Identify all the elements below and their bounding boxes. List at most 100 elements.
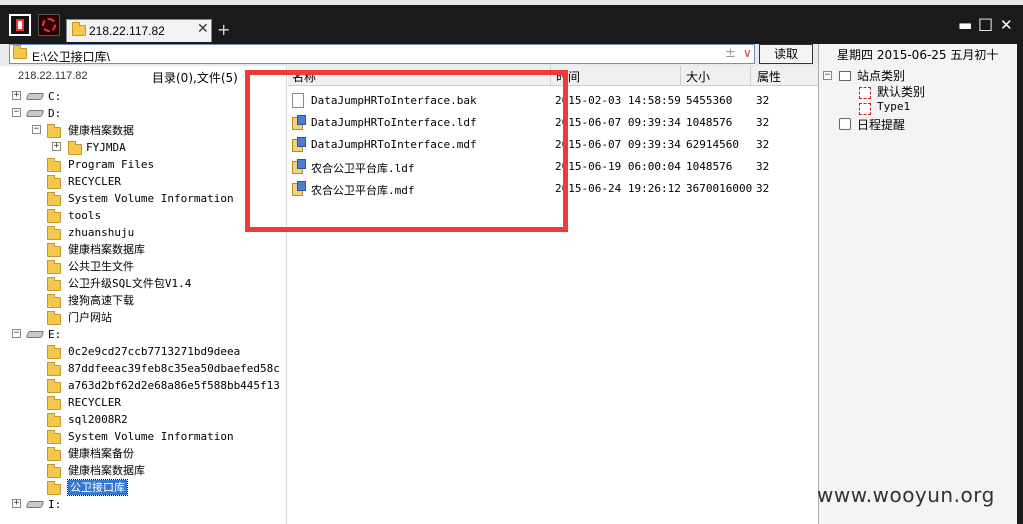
file-attr: 32 [756,182,770,195]
tree-node-label: System Volume Information [68,192,234,205]
default-category[interactable]: 默认类别 [877,83,925,100]
tree-node-label: RECYCLER [68,396,121,409]
file-size: 62914560 [686,138,739,151]
collapse-icon[interactable]: − [823,71,832,80]
category-type-icon [859,103,871,115]
folder-icon [47,175,61,189]
column-size[interactable]: 大小 [686,68,710,85]
tree-node-label: E: [48,328,62,341]
file-attr: 32 [756,138,770,151]
file-attr: 32 [756,94,770,107]
app-status-icon[interactable] [38,14,60,36]
tree-node-label: 公卫接口库 [67,479,128,496]
folder-icon [72,22,86,36]
tree-node-label: 87ddfeeac39feb8c35ea50dbaefed58c [68,362,280,375]
file-size: 1048576 [686,160,733,173]
file-size: 5455360 [686,94,733,107]
drive-icon [25,93,45,100]
app-menu-icon[interactable] [9,14,31,36]
collapse-icon[interactable]: − [12,329,21,338]
tree-node-label: 公共卫生文件 [68,260,134,273]
file-attr: 32 [756,116,770,129]
tree-node-label: 0c2e9cd27ccb7713271bd9deea [68,345,241,358]
tab-close-icon[interactable]: ✕ [197,21,209,37]
folder-icon [47,158,61,172]
new-tab-icon[interactable]: + [217,20,230,39]
tree-node-label: 健康档案数据 [68,124,134,137]
file-time: 2015-06-19 06:00:04 [555,160,681,173]
tree-node-label: D: [48,107,62,120]
folder-icon [47,294,61,308]
drive-icon [25,501,45,508]
drive-icon [25,331,45,338]
tree-node-label: C: [48,90,62,103]
category-type-icon [859,87,871,99]
host-ip: 218.22.117.82 [18,70,88,82]
folder-icon [47,447,61,461]
tab-label: 218.22.117.82 [89,24,165,38]
folder-icon [47,396,61,410]
tree-node-label: sql2008R2 [68,413,128,426]
tab-host[interactable]: 218.22.117.82 ✕ [66,19,212,42]
folder-icon [47,243,61,257]
maximize-icon[interactable]: □ [978,14,993,33]
tree-node-label: 搜狗高速下载 [68,294,134,307]
tree-node-label: Program Files [68,158,155,171]
folder-icon [47,311,61,325]
file-time: 2015-06-07 09:39:34 [555,138,681,151]
calendar-date: 星期四 2015-06-25 五月初十 [837,48,999,62]
file-time: 2015-02-03 14:58:59 [555,94,681,107]
folder-icon [68,141,82,155]
tree-node-label: a763d2bf62d2e68a86e5f588bb445f13 [68,379,280,392]
tree-node-label: zhuanshuju [68,226,135,239]
folder-icon [47,192,61,206]
window-edge [1017,44,1023,524]
folder-icon [47,379,61,393]
folder-icon [47,430,61,444]
reminder-icon [839,118,851,130]
drive-icon [25,110,45,117]
category-icon [839,71,851,81]
file-time: 2015-06-24 19:26:12 [555,182,681,195]
tree-node-label: System Volume Information [68,430,234,443]
file-size: 3670016000 [686,182,753,195]
close-window-icon[interactable]: ✕ [1000,16,1013,34]
highlight-box [245,70,568,232]
chevron-down-icon[interactable]: ∨ [743,46,752,60]
minimize-icon[interactable]: ▬ [958,16,972,34]
tree-node-label: I: [48,498,62,511]
expand-icon[interactable]: + [12,499,21,508]
folder-icon [47,481,61,495]
read-button[interactable]: 读取 [759,44,813,64]
folder-icon [47,124,61,138]
type1-category[interactable]: Type1 [877,100,910,113]
folder-icon [47,362,61,376]
column-attr[interactable]: 属性 [757,68,781,85]
folder-icon [47,226,61,240]
dir-file-count: 目录(0),文件(5) [152,71,238,85]
file-time: 2015-06-07 09:39:34 [555,116,681,129]
path-input[interactable]: E:\公卫接口库\ ± ∨ [9,44,755,64]
folder-icon [47,260,61,274]
site-categories[interactable]: 站点类别 [857,67,905,84]
tree-node-label: tools [68,209,102,222]
tree-node-label: 健康档案数据库 [68,464,145,477]
collapse-icon[interactable]: − [32,125,41,134]
folder-icon [47,345,61,359]
tree-node-label: FYJMDA [86,141,126,154]
schedule-reminder[interactable]: 日程提醒 [857,116,905,133]
collapse-icon[interactable]: − [12,108,21,117]
tree-node-label: 门户网站 [68,311,112,324]
path-value: E:\公卫接口库\ [32,50,111,64]
folder-icon [47,413,61,427]
folder-icon [47,209,61,223]
file-size: 1048576 [686,116,733,129]
plus-minus-icon[interactable]: ± [725,46,736,61]
tree-node-label: 公卫升级SQL文件包V1.4 [68,277,192,290]
tree-node-label: 健康档案备份 [68,447,134,460]
folder-icon [47,464,61,478]
calendar-pane [818,44,1023,524]
watermark: www.wooyun.org [817,483,995,507]
expand-icon[interactable]: + [52,142,61,151]
expand-icon[interactable]: + [12,91,21,100]
